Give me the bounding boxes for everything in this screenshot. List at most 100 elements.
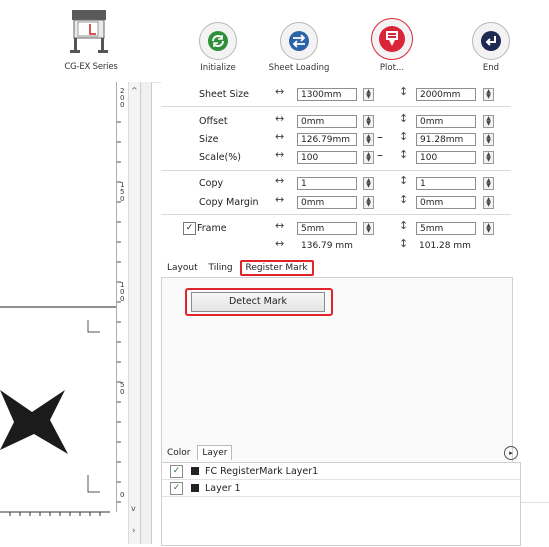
frame-checkbox[interactable]: ✓ <box>183 222 196 235</box>
width-arrow-icon: ↔ <box>275 112 285 125</box>
settings-panel: Sheet Size ↔ 1300mm ▲ ▼ ↕ 2000mm ▲ ▼ Offse… <box>161 82 549 546</box>
initialize-icon <box>199 22 237 60</box>
width-arrow-icon: ↔ <box>275 174 285 187</box>
sheet-width-field[interactable]: 1300mm <box>297 88 357 101</box>
offset-y-field[interactable]: 0mm <box>416 115 476 128</box>
frame-y-spinner[interactable]: ▲ ▼ <box>483 222 494 235</box>
divider <box>161 214 511 215</box>
frame-x-field[interactable]: 5mm <box>297 222 357 235</box>
divider <box>161 106 511 107</box>
tab-tiling[interactable]: Tiling <box>204 261 236 275</box>
tab-layout[interactable]: Layout <box>163 261 202 275</box>
initialize-button[interactable]: Initialize <box>188 22 248 73</box>
scale-label: Scale(%) <box>199 152 241 163</box>
panel-menu-icon[interactable]: ▸ <box>504 446 518 460</box>
layer-panel-tabs: Color Layer <box>163 445 233 460</box>
height-arrow-icon: ↕ <box>399 112 409 125</box>
plot-button[interactable]: Plot... <box>362 18 422 73</box>
copy-margin-y-spinner[interactable]: ▲ ▼ <box>483 196 494 209</box>
ruler-label-100: 100 <box>120 281 125 303</box>
height-arrow-icon: ↕ <box>399 85 409 98</box>
scale-y-spinner[interactable]: ▲ ▼ <box>483 151 494 164</box>
tab-color[interactable]: Color <box>163 446 195 460</box>
copy-margin-y-field[interactable]: 0mm <box>416 196 476 209</box>
copy-y-spinner[interactable]: ▲ ▼ <box>483 177 494 190</box>
layer-visible-checkbox[interactable]: ✓ <box>170 481 183 495</box>
copy-margin-label: Copy Margin <box>199 197 259 208</box>
layer-row[interactable]: ✓ FC RegisterMark Layer1 <box>162 463 520 480</box>
ruler-label-50: 50 <box>120 381 125 396</box>
height-arrow-icon: ↕ <box>399 174 409 187</box>
width-arrow-icon: ↔ <box>275 193 285 206</box>
frame-x-spinner[interactable]: ▲ ▼ <box>363 222 374 235</box>
plotter-device-icon[interactable] <box>60 8 120 53</box>
sheet-height-field[interactable]: 2000mm <box>416 88 476 101</box>
width-arrow-icon: ↔ <box>275 148 285 161</box>
size-width-spinner[interactable]: ▲ ▼ <box>363 133 374 146</box>
height-arrow-icon: ↕ <box>399 148 409 161</box>
scale-x-field[interactable]: 100 <box>297 151 357 164</box>
copy-label: Copy <box>199 178 224 189</box>
sheet-width-spinner[interactable]: ▲ ▼ <box>363 88 374 101</box>
height-arrow-icon: ↕ <box>399 219 409 232</box>
width-arrow-icon: ↔ <box>275 219 285 232</box>
frame-y-field[interactable]: 5mm <box>416 222 476 235</box>
scale-y-field[interactable]: 100 <box>416 151 476 164</box>
height-arrow-icon: ↕ <box>399 193 409 206</box>
offset-label: Offset <box>199 116 228 127</box>
ruler-label-200: 200 <box>120 87 125 109</box>
ruler-label-150: 150 <box>120 181 125 203</box>
width-arrow-icon: ↔ <box>275 237 285 250</box>
scroll-right-icon[interactable]: › <box>132 526 136 536</box>
copy-margin-x-spinner[interactable]: ▲ ▼ <box>363 196 374 209</box>
frame-label: Frame <box>197 223 227 234</box>
layer-color-swatch <box>191 467 199 475</box>
settings-tabs: Layout Tiling Register Mark <box>163 260 314 276</box>
total-height-value: 101.28 mm <box>419 241 471 251</box>
layer-visible-checkbox[interactable]: ✓ <box>170 464 183 478</box>
copy-margin-x-field[interactable]: 0mm <box>297 196 357 209</box>
initialize-label: Initialize <box>200 63 236 73</box>
copy-y-field[interactable]: 1 <box>416 177 476 190</box>
offset-y-spinner[interactable]: ▲ ▼ <box>483 115 494 128</box>
plot-icon <box>371 18 413 60</box>
layer-name: FC RegisterMark Layer1 <box>205 465 319 477</box>
scale-x-spinner[interactable]: ▲ ▼ <box>363 151 374 164</box>
tab-register-mark[interactable]: Register Mark <box>239 260 314 276</box>
sheet-loading-label: Sheet Loading <box>268 63 330 73</box>
link-dash-icon[interactable]: – <box>377 148 383 162</box>
sheet-height-spinner[interactable]: ▲ ▼ <box>483 88 494 101</box>
end-label: End <box>482 63 500 73</box>
copy-x-field[interactable]: 1 <box>297 177 357 190</box>
device-label: CG-EX Series <box>64 62 118 72</box>
height-arrow-icon: ↕ <box>399 237 409 250</box>
scroll-up-icon[interactable]: ^ <box>131 86 138 95</box>
toolbar: CG-EX Series Initialize Sheet Loading Pl… <box>0 0 549 83</box>
offset-x-spinner[interactable]: ▲ ▼ <box>363 115 374 128</box>
ruler-label-0: 0 <box>120 491 125 499</box>
detect-mark-button[interactable]: Detect Mark <box>191 292 325 312</box>
layer-color-swatch <box>191 484 199 492</box>
copy-x-spinner[interactable]: ▲ ▼ <box>363 177 374 190</box>
vertical-ruler: 200 150 100 50 0 <box>116 82 127 512</box>
scroll-down-icon[interactable]: v <box>131 504 136 513</box>
height-arrow-icon: ↕ <box>399 130 409 143</box>
layer-list: ✓ FC RegisterMark Layer1 ✓ Layer 1 <box>161 462 521 546</box>
size-label: Size <box>199 134 219 145</box>
size-height-spinner[interactable]: ▲ ▼ <box>483 133 494 146</box>
size-height-field[interactable]: 91.28mm <box>416 133 476 146</box>
layer-name: Layer 1 <box>205 482 241 494</box>
sheet-size-label: Sheet Size <box>199 89 249 100</box>
end-button[interactable]: End <box>466 22 516 73</box>
sheet-loading-button[interactable]: Sheet Loading <box>264 22 334 73</box>
size-width-field[interactable]: 126.79mm <box>297 133 357 146</box>
width-arrow-icon: ↔ <box>275 130 285 143</box>
offset-x-field[interactable]: 0mm <box>297 115 357 128</box>
divider <box>161 170 511 171</box>
panel-splitter[interactable] <box>140 82 152 544</box>
end-icon <box>472 22 510 60</box>
tab-layer[interactable]: Layer <box>197 445 233 460</box>
link-dash-icon[interactable]: – <box>377 130 383 144</box>
layer-row[interactable]: ✓ Layer 1 <box>162 480 520 497</box>
sheet-loading-icon <box>280 22 318 60</box>
